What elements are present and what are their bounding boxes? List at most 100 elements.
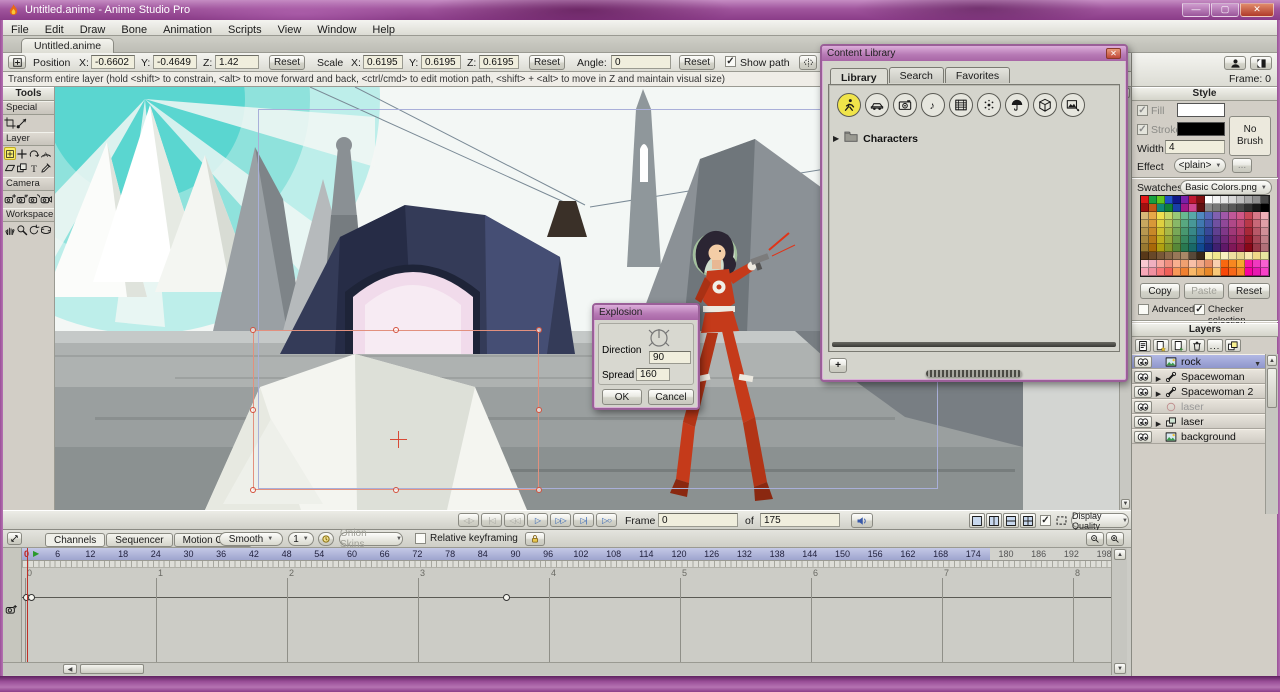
swatch[interactable] (1237, 252, 1245, 260)
menu-item-scripts[interactable]: Scripts (220, 23, 270, 37)
selection-handle[interactable] (536, 487, 542, 493)
particles-category-icon[interactable] (977, 93, 1001, 117)
scale-x-field[interactable] (363, 55, 403, 69)
crop-tool[interactable] (4, 116, 16, 129)
swatch[interactable] (1229, 252, 1237, 260)
swatch[interactable] (1205, 268, 1213, 276)
swatch[interactable] (1221, 252, 1229, 260)
pan-workspace-tool[interactable] (4, 223, 16, 236)
swatch[interactable] (1165, 268, 1173, 276)
swatch[interactable] (1213, 236, 1221, 244)
swatch[interactable] (1253, 212, 1261, 220)
flip-layer-tool[interactable]: A (40, 147, 52, 160)
swatch[interactable] (1213, 196, 1221, 204)
translate-layer-tool[interactable] (4, 147, 16, 160)
stroke-color-swatch[interactable] (1177, 122, 1225, 136)
lock-icon-button[interactable] (525, 532, 545, 546)
tree-item-characters[interactable]: ▶ Characters (833, 129, 1115, 148)
selection-handle[interactable] (536, 407, 542, 413)
swatch[interactable] (1213, 244, 1221, 252)
display-quality-checkbox[interactable] (1040, 515, 1051, 526)
roll-camera-tool[interactable] (28, 192, 40, 205)
swatch[interactable] (1197, 252, 1205, 260)
delete-layer-button[interactable] (1189, 339, 1205, 352)
single-view-button[interactable] (969, 513, 985, 528)
swatch[interactable] (1189, 268, 1197, 276)
swatch[interactable] (1157, 252, 1165, 260)
swatch[interactable] (1173, 196, 1181, 204)
swatch[interactable] (1149, 260, 1157, 268)
pan-tilt-camera-tool[interactable] (40, 192, 52, 205)
selection-handle[interactable] (536, 327, 542, 333)
swatch[interactable] (1157, 260, 1165, 268)
content-library-titlebar[interactable]: Content Library ✕ (822, 46, 1126, 61)
swatch[interactable] (1189, 196, 1197, 204)
swatch[interactable] (1245, 260, 1253, 268)
menu-item-window[interactable]: Window (309, 23, 364, 37)
direction-field[interactable] (649, 351, 691, 364)
swatch[interactable] (1189, 236, 1197, 244)
swatch[interactable] (1237, 260, 1245, 268)
menu-item-file[interactable]: File (3, 23, 37, 37)
layer-selection-box[interactable] (253, 330, 539, 490)
swatch[interactable] (1261, 236, 1269, 244)
swatch[interactable] (1165, 260, 1173, 268)
two-vertical-view-button[interactable] (986, 513, 1002, 528)
cycle-icon-button[interactable] (318, 532, 334, 546)
swatch[interactable] (1237, 212, 1245, 220)
swatch[interactable] (1141, 260, 1149, 268)
swatch[interactable] (1165, 204, 1173, 212)
timeline-horizontal-scrollbar[interactable]: ◀ (3, 662, 1111, 675)
scroll-down-icon[interactable]: ▼ (1121, 499, 1130, 509)
layer-origin-crosshair[interactable] (390, 431, 407, 448)
swatch[interactable] (1181, 268, 1189, 276)
relative-keyframing-checkbox[interactable] (415, 533, 426, 544)
minimize-button[interactable]: — (1182, 3, 1210, 17)
swatch[interactable] (1149, 268, 1157, 276)
swatch[interactable] (1181, 204, 1189, 212)
swatch[interactable] (1245, 236, 1253, 244)
swatch[interactable] (1157, 236, 1165, 244)
swatch[interactable] (1173, 236, 1181, 244)
swatch[interactable] (1253, 204, 1261, 212)
scroll-left-icon[interactable]: ◀ (63, 664, 77, 674)
close-icon[interactable]: ✕ (1106, 48, 1121, 59)
swatch[interactable] (1229, 244, 1237, 252)
step-back-button[interactable]: ◁◁ (504, 513, 525, 527)
swatch[interactable] (1173, 204, 1181, 212)
spread-field[interactable] (636, 368, 670, 381)
swatch[interactable] (1197, 228, 1205, 236)
scenes-category-icon[interactable] (1005, 93, 1029, 117)
swatch[interactable] (1173, 260, 1181, 268)
swatch[interactable] (1157, 228, 1165, 236)
swatch[interactable] (1245, 244, 1253, 252)
timeline-zoom-out-icon-button[interactable] (1086, 532, 1104, 546)
effect-dropdown[interactable]: <plain>▼ (1174, 158, 1226, 173)
menu-item-draw[interactable]: Draw (72, 23, 114, 37)
swatch[interactable] (1221, 244, 1229, 252)
swatch[interactable] (1221, 268, 1229, 276)
scroll-up-icon[interactable]: ▲ (1267, 355, 1277, 366)
timeline-vertical-scrollbar[interactable]: ▲ ▼ (1111, 548, 1127, 675)
ok-button[interactable]: OK (602, 389, 642, 405)
swatch[interactable] (1173, 228, 1181, 236)
fast-forward-button[interactable]: ▷▷ (550, 513, 571, 527)
flip-horizontal-icon-button[interactable] (799, 55, 817, 70)
swatches-dropdown[interactable]: Basic Colors.png▼ (1180, 180, 1272, 195)
layer-row[interactable]: rock▼ (1132, 354, 1265, 369)
menu-item-edit[interactable]: Edit (37, 23, 72, 37)
swatch[interactable] (1213, 212, 1221, 220)
swatch[interactable] (1261, 212, 1269, 220)
swatch[interactable] (1197, 268, 1205, 276)
new-group-layer-button[interactable] (1153, 339, 1169, 352)
movies-category-icon[interactable] (949, 93, 973, 117)
swatch[interactable] (1261, 268, 1269, 276)
swatch[interactable] (1253, 260, 1261, 268)
swatch[interactable] (1261, 228, 1269, 236)
add-to-library-button[interactable]: + (829, 358, 847, 373)
advanced-checkbox[interactable] (1138, 304, 1149, 315)
position-reset-button[interactable]: Reset (269, 55, 305, 70)
swatch[interactable] (1141, 244, 1149, 252)
swatch[interactable] (1261, 204, 1269, 212)
track-camera-tool[interactable] (4, 192, 16, 205)
